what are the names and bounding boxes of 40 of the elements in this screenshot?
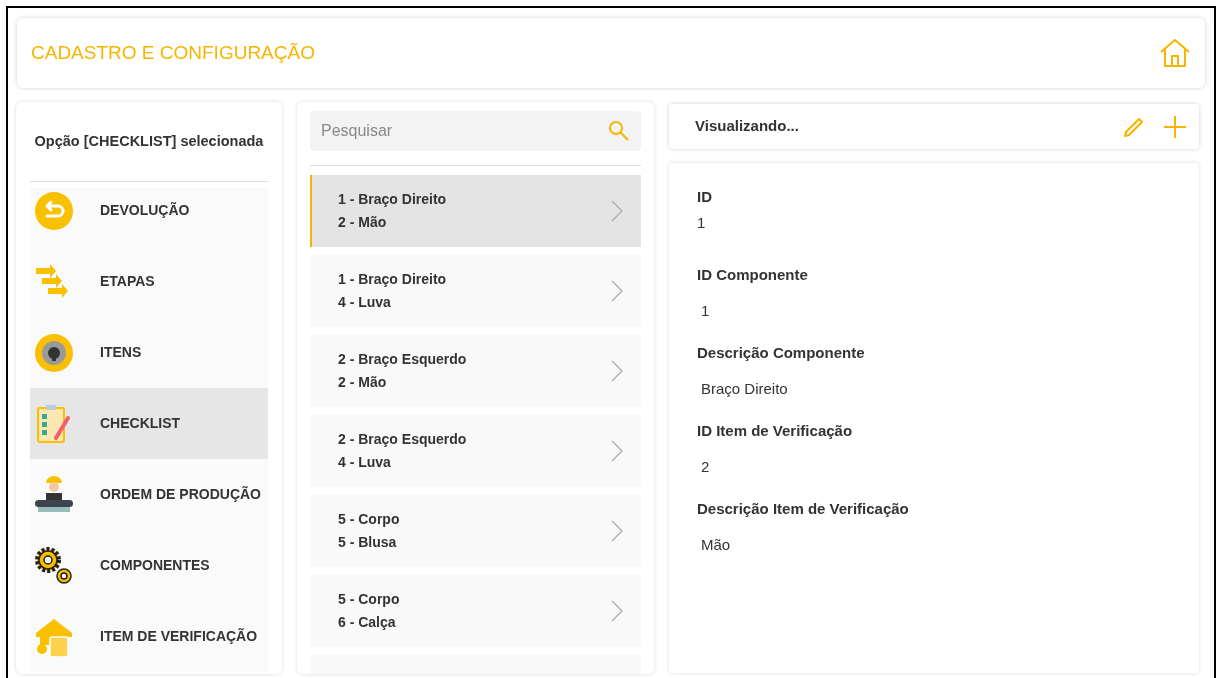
pencil-icon[interactable] xyxy=(1123,115,1145,138)
menu-item[interactable]: ITENS xyxy=(30,317,268,388)
menu-item[interactable]: COMPONENTES xyxy=(30,530,268,601)
menu-item[interactable]: ITEM DE VERIFICAÇÃO xyxy=(30,601,268,672)
menu-item[interactable]: CHECKLIST xyxy=(30,388,268,459)
menu-item[interactable]: ETAPAS xyxy=(30,246,268,317)
chevron-right-icon xyxy=(611,360,623,382)
search-field[interactable]: Pesquisar xyxy=(310,111,641,151)
chevron-right-icon xyxy=(611,280,623,302)
plus-icon[interactable] xyxy=(1163,114,1187,139)
field-value: 1 xyxy=(701,301,710,321)
record-item[interactable]: 2 - Braço Esquerdo 4 - Luva xyxy=(310,415,641,487)
record-item[interactable]: 5 - Corpo 5 - Blusa xyxy=(310,495,641,567)
field-value: 1 xyxy=(697,213,706,233)
chevron-right-icon xyxy=(611,200,623,222)
page-title: CADASTRO E CONFIGURAÇÃO xyxy=(31,40,315,65)
field-label: ID xyxy=(697,187,712,207)
chevron-right-icon xyxy=(611,520,623,542)
record-item[interactable]: 2 - Braço Esquerdo 2 - Mão xyxy=(310,335,641,407)
field-value: Mão xyxy=(701,535,731,555)
field-label: ID Item de Verificação xyxy=(697,421,853,441)
field-label: Descrição Componente xyxy=(697,343,865,363)
field-label: Descrição Item de Verificação xyxy=(697,499,909,519)
home-icon[interactable] xyxy=(1159,37,1191,69)
menu-item[interactable]: DEVOLUÇÃO xyxy=(30,188,268,246)
field-value: 2 xyxy=(701,457,710,477)
field-value: Braço Direito xyxy=(701,379,788,399)
chevron-right-icon xyxy=(611,600,623,622)
selection-caption: Opção [CHECKLIST] selecionada xyxy=(34,131,264,151)
search-icon[interactable] xyxy=(608,120,630,142)
mode-label: Visualizando... xyxy=(695,116,799,137)
field-label: ID Componente xyxy=(697,265,808,285)
worker-icon xyxy=(34,474,74,515)
gears-icon xyxy=(34,545,74,586)
menu-item[interactable]: ORDEM DE PRODUÇÃO xyxy=(30,459,268,530)
record-item[interactable]: 5 - Corpo 6 - Calça xyxy=(310,575,641,647)
chevron-right-icon xyxy=(611,440,623,462)
record-item[interactable]: 1 - Braço Direito 4 - Luva xyxy=(310,255,641,327)
record-item[interactable]: 1 - Braço Direito 2 - Mão xyxy=(310,175,641,247)
return-icon xyxy=(34,190,74,231)
